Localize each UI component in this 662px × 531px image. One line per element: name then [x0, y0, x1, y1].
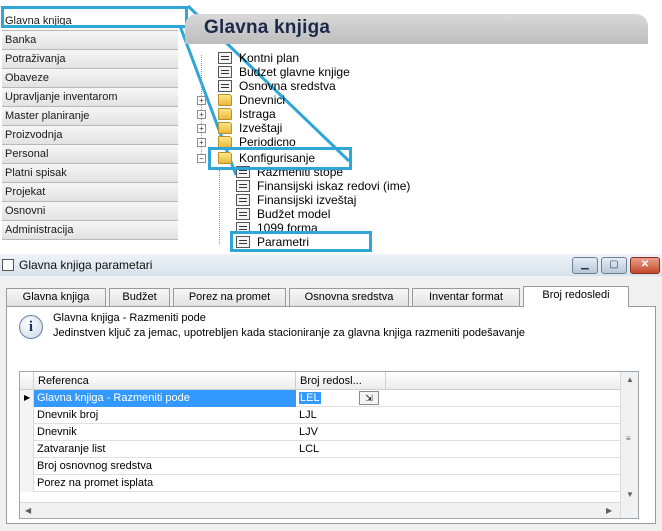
- cell-reference[interactable]: Dnevnik: [34, 424, 296, 441]
- document-icon: [218, 80, 232, 92]
- table-row[interactable]: Broj osnovnog sredstva: [20, 458, 620, 475]
- cell-reference[interactable]: Porez na promet isplata: [34, 475, 296, 492]
- document-icon: [236, 208, 250, 220]
- cell-sequence[interactable]: LJL: [296, 407, 386, 424]
- dialog-titlebar[interactable]: Glavna knjiga parametari ▁ ▢ ✕: [0, 254, 662, 276]
- current-row-marker: ▶: [20, 390, 34, 407]
- document-icon: [236, 166, 250, 178]
- sequence-value[interactable]: LEL: [299, 392, 321, 404]
- row-selector: [20, 424, 34, 441]
- number-sequence-grid: Referenca Broj redosl... ▶ Glavna knjiga…: [19, 371, 639, 519]
- cell-sequence[interactable]: LCL: [296, 441, 386, 458]
- sidebar-item-personal[interactable]: Personal: [2, 145, 178, 164]
- lookup-button[interactable]: ⇲: [359, 391, 379, 405]
- table-row[interactable]: Zatvaranje list LCL: [20, 441, 620, 458]
- sidebar-item-osnovni[interactable]: Osnovni: [2, 202, 178, 221]
- document-icon: [236, 222, 250, 234]
- dialog-title: Glavna knjiga parametari: [19, 258, 153, 272]
- cell-reference[interactable]: Dnevnik broj: [34, 407, 296, 424]
- scroll-up-icon[interactable]: ▲: [626, 375, 634, 384]
- table-row[interactable]: Dnevnik broj LJL: [20, 407, 620, 424]
- row-selector: [20, 475, 34, 492]
- vertical-scrollbar[interactable]: ▲ ≡ ▼: [620, 372, 638, 518]
- cell-reference[interactable]: Broj osnovnog sredstva: [34, 458, 296, 475]
- sidebar-item-obaveze[interactable]: Obaveze: [2, 69, 178, 88]
- minimize-button[interactable]: ▁: [572, 257, 598, 274]
- tab-strip: Glavna knjiga Budžet Porez na promet Osn…: [6, 286, 656, 307]
- scroll-right-icon[interactable]: ▶: [606, 506, 612, 515]
- tab-glavna-knjiga[interactable]: Glavna knjiga: [6, 288, 106, 306]
- collapse-icon[interactable]: −: [197, 154, 206, 163]
- sidebar-item-administracija[interactable]: Administracija: [2, 221, 178, 240]
- tab-porez-na-promet[interactable]: Porez na promet: [173, 288, 286, 306]
- column-header-referenca[interactable]: Referenca: [34, 372, 296, 390]
- cell-sequence[interactable]: [296, 458, 386, 475]
- tab-budzet[interactable]: Budžet: [109, 288, 170, 306]
- module-sidebar: Glavna knjiga Banka Potraživanja Obaveze…: [2, 12, 178, 240]
- tree-connector: [219, 170, 220, 244]
- cell-reference[interactable]: Glavna knjiga - Razmeniti pode: [34, 390, 296, 407]
- sidebar-item-projekat[interactable]: Projekat: [2, 183, 178, 202]
- info-icon: i: [19, 315, 43, 339]
- document-icon: [236, 194, 250, 206]
- navigation-pane: Glavna knjiga Banka Potraživanja Obaveze…: [0, 0, 662, 252]
- row-selector-header: [20, 372, 34, 390]
- cell-sequence[interactable]: LJV: [296, 424, 386, 441]
- maximize-button[interactable]: ▢: [601, 257, 627, 274]
- scroll-left-icon[interactable]: ◀: [25, 506, 31, 515]
- folder-open-icon: [218, 152, 232, 164]
- document-icon: [218, 52, 232, 64]
- grid-header: Referenca Broj redosl...: [20, 372, 620, 390]
- folder-icon: [218, 136, 232, 148]
- tab-broj-redosledi[interactable]: Broj redosledi: [523, 286, 629, 307]
- expand-icon[interactable]: +: [197, 96, 206, 105]
- sidebar-item-master-planiranje[interactable]: Master planiranje: [2, 107, 178, 126]
- scroll-grip-icon[interactable]: ≡: [626, 434, 631, 443]
- scroll-down-icon[interactable]: ▼: [626, 490, 634, 499]
- expand-icon[interactable]: +: [197, 138, 206, 147]
- table-row[interactable]: Porez na promet isplata: [20, 475, 620, 492]
- document-icon: [236, 236, 250, 248]
- row-selector: [20, 458, 34, 475]
- sidebar-item-platni-spisak[interactable]: Platni spisak: [2, 164, 178, 183]
- info-title: Glavna knjiga - Razmeniti pode: [53, 312, 206, 324]
- folder-icon: [218, 122, 232, 134]
- sidebar-item-upravljanje-inventarom[interactable]: Upravljanje inventarom: [2, 88, 178, 107]
- cell-sequence[interactable]: [296, 475, 386, 492]
- document-icon: [236, 180, 250, 192]
- tab-panel: i Glavna knjiga - Razmeniti pode Jedinst…: [6, 306, 656, 524]
- table-row[interactable]: Dnevnik LJV: [20, 424, 620, 441]
- info-description: Jedinstven ključ za jemac, upotrebljen k…: [53, 327, 526, 339]
- tab-inventar-format[interactable]: Inventar format: [412, 288, 520, 306]
- module-title: Glavna knjiga: [204, 17, 331, 38]
- column-header-broj-redosledi[interactable]: Broj redosl...: [296, 372, 386, 390]
- expand-icon[interactable]: +: [197, 124, 206, 133]
- folder-icon: [218, 94, 232, 106]
- expand-icon[interactable]: +: [197, 110, 206, 119]
- cell-sequence[interactable]: LEL ⇲: [296, 390, 386, 407]
- sidebar-item-proizvodnja[interactable]: Proizvodnja: [2, 126, 178, 145]
- cell-reference[interactable]: Zatvaranje list: [34, 441, 296, 458]
- row-selector: [20, 407, 34, 424]
- window-icon: [2, 259, 14, 271]
- module-header: Glavna knjiga: [185, 14, 648, 44]
- sidebar-item-banka[interactable]: Banka: [2, 31, 178, 50]
- row-selector: [20, 441, 34, 458]
- close-button[interactable]: ✕: [630, 257, 660, 274]
- table-row[interactable]: ▶ Glavna knjiga - Razmeniti pode LEL ⇲: [20, 390, 620, 407]
- parameters-dialog: Glavna knjiga parametari ▁ ▢ ✕ Glavna kn…: [0, 254, 662, 531]
- document-icon: [218, 66, 232, 78]
- horizontal-scrollbar[interactable]: ◀ ▶: [20, 502, 620, 518]
- sidebar-item-glavna-knjiga[interactable]: Glavna knjiga: [2, 12, 178, 31]
- sidebar-item-potrazivanja[interactable]: Potraživanja: [2, 50, 178, 69]
- tab-osnovna-sredstva[interactable]: Osnovna sredstva: [289, 288, 409, 306]
- folder-icon: [218, 108, 232, 120]
